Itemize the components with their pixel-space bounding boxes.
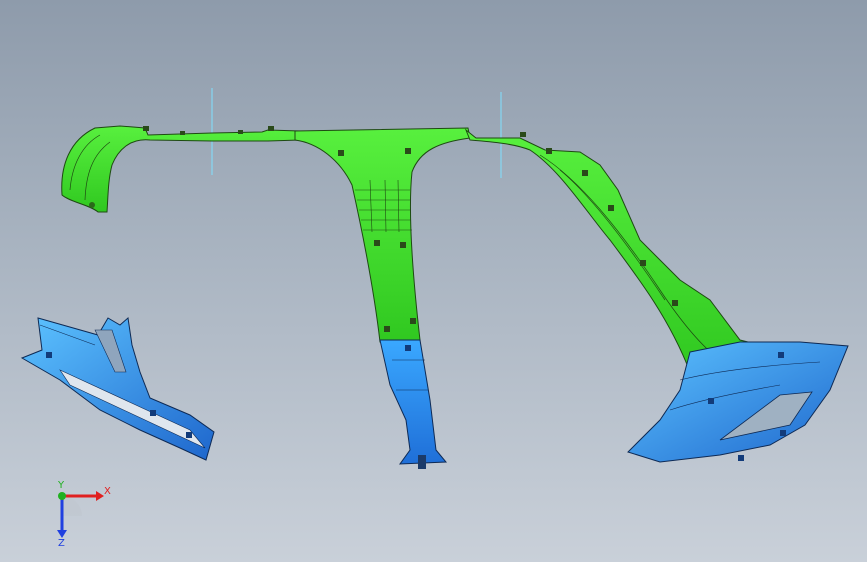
part-b-pillar[interactable]: [294, 127, 471, 469]
model-canvas[interactable]: [0, 0, 867, 562]
y-axis-dot: [58, 492, 66, 500]
part-front-rail[interactable]: [61, 125, 301, 213]
x-axis-label: X: [104, 486, 111, 497]
y-axis-label: Y: [57, 480, 65, 491]
part-small-bracket[interactable]: [20, 317, 215, 461]
z-axis-label: Z: [58, 538, 65, 548]
axis-triad: X Y Z: [57, 480, 111, 548]
part-c-pillar[interactable]: [464, 128, 849, 463]
cad-viewport[interactable]: X Y Z: [0, 0, 867, 562]
